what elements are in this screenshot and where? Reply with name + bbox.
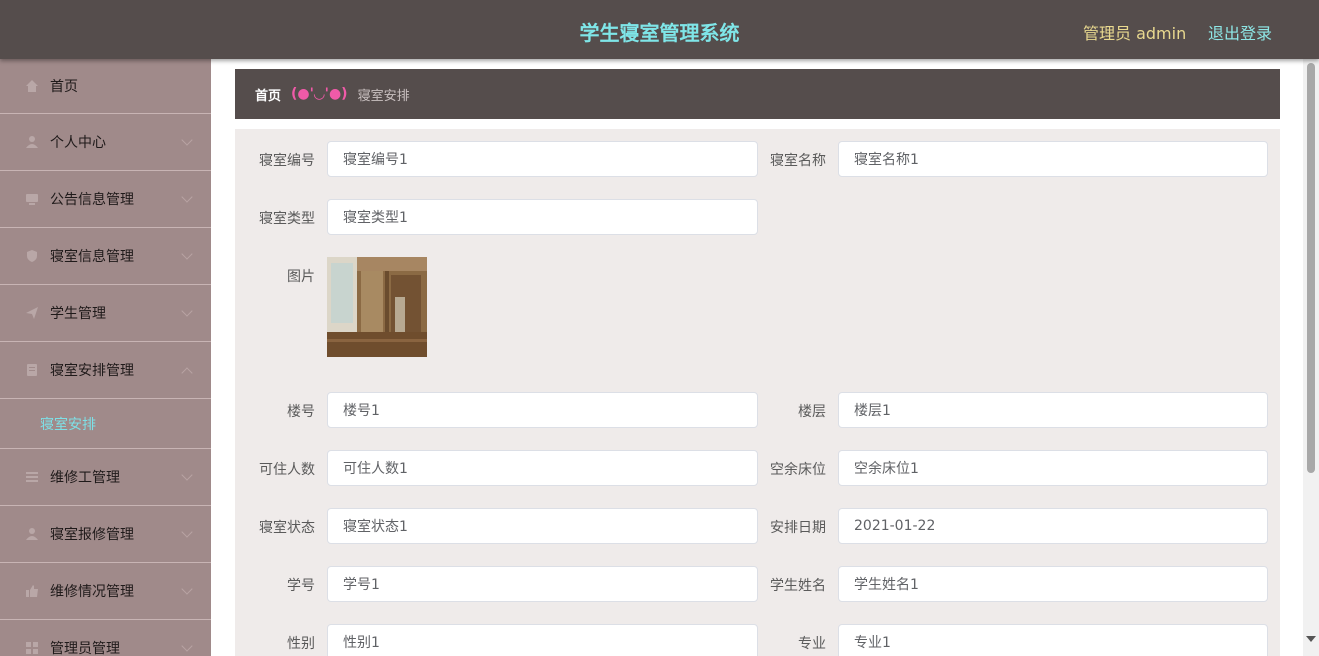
sidebar-item-label: 寝室信息管理 bbox=[50, 249, 134, 265]
breadcrumb-home-link[interactable]: 首页 bbox=[255, 85, 281, 104]
sidebar-item-dorm-arrange[interactable]: 寝室安排管理 bbox=[0, 342, 211, 399]
sidebar-item-students[interactable]: 学生管理 bbox=[0, 285, 211, 342]
student-name-label: 学生姓名 bbox=[770, 578, 826, 594]
chevron-down-icon bbox=[181, 191, 193, 203]
sidebar-item-label: 公告信息管理 bbox=[50, 192, 134, 208]
thumb-icon bbox=[24, 583, 40, 599]
sidebar-subitem-dorm-arrange[interactable]: 寝室安排 bbox=[0, 399, 211, 449]
send-icon bbox=[24, 305, 40, 321]
sidebar: 首页 个人中心 公告信息管理 寝室信息管理 学生管理 寝室安排管理 寝室安排 维… bbox=[0, 59, 211, 656]
list-icon bbox=[24, 469, 40, 485]
sidebar-item-repairers[interactable]: 维修工管理 bbox=[0, 449, 211, 506]
chevron-down-icon bbox=[181, 640, 193, 652]
capacity-field[interactable]: 可住人数1 bbox=[327, 450, 758, 486]
page-scrollbar-thumb[interactable] bbox=[1307, 63, 1315, 473]
building-label: 楼号 bbox=[287, 404, 315, 420]
scroll-down-arrow-icon[interactable] bbox=[1306, 636, 1316, 642]
dorm-name-label: 寝室名称 bbox=[770, 153, 826, 169]
free-beds-label: 空余床位 bbox=[770, 462, 826, 478]
user-icon bbox=[24, 134, 40, 150]
status-label: 寝室状态 bbox=[259, 520, 315, 536]
chevron-down-icon bbox=[181, 526, 193, 538]
sidebar-item-repair-report[interactable]: 寝室报修管理 bbox=[0, 506, 211, 563]
grid-icon bbox=[24, 640, 40, 656]
student-no-label: 学号 bbox=[287, 578, 315, 594]
arrange-date-field[interactable]: 2021-01-22 bbox=[838, 508, 1268, 544]
dorm-photo bbox=[327, 257, 427, 357]
status-field[interactable]: 寝室状态1 bbox=[327, 508, 758, 544]
floor-label: 楼层 bbox=[798, 404, 826, 420]
sidebar-item-label: 维修情况管理 bbox=[50, 584, 134, 600]
sidebar-item-label: 维修工管理 bbox=[50, 470, 120, 486]
document-icon bbox=[24, 362, 40, 378]
shield-icon bbox=[24, 248, 40, 264]
sidebar-item-dorm-info[interactable]: 寝室信息管理 bbox=[0, 228, 211, 285]
sidebar-item-admins[interactable]: 管理员管理 bbox=[0, 620, 211, 656]
sidebar-item-label: 学生管理 bbox=[50, 306, 106, 322]
major-field[interactable]: 专业1 bbox=[838, 624, 1268, 656]
logout-button[interactable]: 退出登录 bbox=[1208, 20, 1272, 44]
capacity-label: 可住人数 bbox=[259, 462, 315, 478]
chevron-down-icon bbox=[181, 248, 193, 260]
chevron-down-icon bbox=[181, 583, 193, 595]
dorm-type-field[interactable]: 寝室类型1 bbox=[327, 199, 758, 235]
chevron-down-icon bbox=[181, 134, 193, 146]
floor-field[interactable]: 楼层1 bbox=[838, 392, 1268, 428]
sidebar-subitem-label: 寝室安排 bbox=[40, 416, 96, 433]
home-icon bbox=[24, 78, 40, 94]
sidebar-item-label: 寝室安排管理 bbox=[50, 363, 134, 379]
monitor-icon bbox=[24, 191, 40, 207]
sidebar-item-profile[interactable]: 个人中心 bbox=[0, 114, 211, 171]
detail-form: 寝室编号 寝室编号1 寝室名称 寝室名称1 寝室类型 寝室类型1 图片 楼号 楼… bbox=[235, 129, 1280, 656]
sidebar-item-label: 寝室报修管理 bbox=[50, 527, 134, 543]
sidebar-item-home[interactable]: 首页 bbox=[0, 59, 211, 114]
arrange-date-label: 安排日期 bbox=[770, 520, 826, 536]
gender-label: 性别 bbox=[287, 636, 315, 652]
sidebar-item-repair-status[interactable]: 维修情况管理 bbox=[0, 563, 211, 620]
student-name-field[interactable]: 学生姓名1 bbox=[838, 566, 1268, 602]
gender-field[interactable]: 性别1 bbox=[327, 624, 758, 656]
sidebar-item-label: 个人中心 bbox=[50, 135, 106, 151]
building-field[interactable]: 楼号1 bbox=[327, 392, 758, 428]
breadcrumb: 首页 (●'◡'●) 寝室安排 bbox=[235, 69, 1280, 119]
chevron-down-icon bbox=[181, 469, 193, 481]
sidebar-item-label: 首页 bbox=[50, 79, 78, 95]
major-label: 专业 bbox=[798, 636, 826, 652]
student-no-field[interactable]: 学号1 bbox=[327, 566, 758, 602]
chevron-down-icon bbox=[181, 305, 193, 317]
dorm-name-field[interactable]: 寝室名称1 bbox=[838, 141, 1268, 177]
dorm-type-label: 寝室类型 bbox=[259, 211, 315, 227]
chevron-up-icon bbox=[181, 367, 193, 379]
image-label: 图片 bbox=[287, 269, 315, 285]
breadcrumb-current: 寝室安排 bbox=[357, 88, 410, 104]
person-icon bbox=[24, 526, 40, 542]
dorm-no-label: 寝室编号 bbox=[259, 153, 315, 169]
free-beds-field[interactable]: 空余床位1 bbox=[838, 450, 1268, 486]
sidebar-item-notice[interactable]: 公告信息管理 bbox=[0, 171, 211, 228]
breadcrumb-separator: (●'◡'●) bbox=[291, 86, 348, 102]
top-header: 学生寝室管理系统 管理员 admin 退出登录 bbox=[0, 0, 1319, 59]
sidebar-item-label: 管理员管理 bbox=[50, 641, 120, 656]
dorm-no-field[interactable]: 寝室编号1 bbox=[327, 141, 758, 177]
admin-label: 管理员 admin bbox=[1083, 24, 1187, 43]
